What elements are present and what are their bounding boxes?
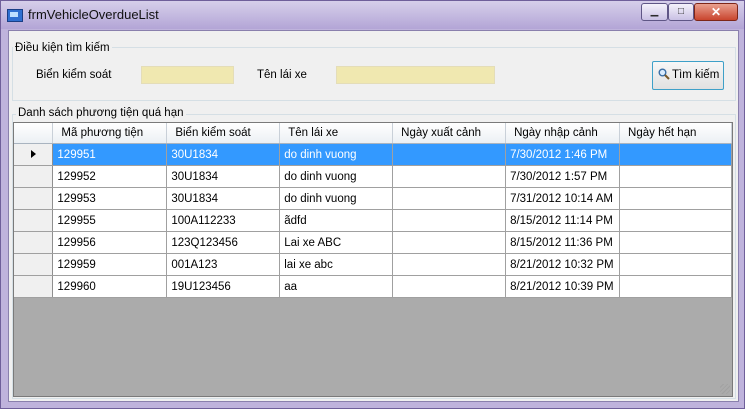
table-row[interactable]: 129959 001A123 lai xe abc 8/21/2012 10:32 P…: [14, 253, 732, 276]
table-cell[interactable]: 129960: [52, 275, 168, 298]
grid-table: Mã phương tiện Biển kiểm soát Tên lái xe…: [14, 123, 732, 298]
table-cell[interactable]: 30U1834: [166, 187, 281, 210]
minimize-button[interactable]: ▁: [641, 3, 668, 21]
table-cell[interactable]: 30U1834: [166, 165, 281, 188]
table-row[interactable]: 129953 30U1834 do dinh vuong 7/31/2012 10:1…: [14, 187, 732, 210]
maximize-icon: □: [677, 6, 685, 17]
row-header[interactable]: [14, 253, 54, 276]
form-client-area: Điều kiện tìm kiếm Biển kiểm soát Tên lá…: [8, 30, 739, 402]
table-cell[interactable]: [619, 187, 732, 210]
maximize-button[interactable]: □: [668, 3, 694, 21]
row-header[interactable]: [14, 143, 54, 166]
table-cell[interactable]: lai xe abc: [279, 253, 394, 276]
table-cell[interactable]: [392, 275, 507, 298]
table-cell[interactable]: 8/15/2012 11:36 PM: [505, 231, 621, 254]
table-cell[interactable]: [619, 209, 732, 232]
column-header[interactable]: Biển kiểm soát: [166, 123, 281, 144]
table-cell[interactable]: [619, 143, 732, 166]
table-row[interactable]: 129951 30U1834 do dinh vuong 7/30/2012 1:46…: [14, 143, 732, 166]
table-cell[interactable]: [619, 231, 732, 254]
magnifier-icon: [658, 68, 670, 80]
row-pointer-icon: [30, 150, 36, 159]
row-header[interactable]: [14, 275, 54, 298]
table-cell[interactable]: 129959: [52, 253, 168, 276]
table-cell[interactable]: 129955: [52, 209, 168, 232]
table-cell[interactable]: 123Q123456: [166, 231, 281, 254]
grid-header-row: Mã phương tiện Biển kiểm soát Tên lái xe…: [14, 123, 732, 144]
row-header[interactable]: [14, 231, 54, 254]
plate-label: Biển kiểm soát: [36, 69, 112, 81]
table-cell[interactable]: ãdfd: [279, 209, 394, 232]
table-cell[interactable]: [619, 165, 732, 188]
search-button-label: Tìm kiếm: [672, 69, 720, 81]
list-group-title: Danh sách phương tiện quá hạn: [16, 107, 186, 119]
table-cell[interactable]: [392, 209, 507, 232]
table-row[interactable]: 129955 100A112233 ãdfd 8/15/2012 11:14 PM: [14, 209, 732, 232]
table-row[interactable]: 129956 123Q123456 Lai xe ABC 8/15/2012 11:3…: [14, 231, 732, 254]
plate-input[interactable]: [141, 66, 234, 84]
table-cell[interactable]: do dinh vuong: [279, 143, 394, 166]
close-button[interactable]: ✕: [694, 3, 738, 21]
table-cell[interactable]: Lai xe ABC: [279, 231, 394, 254]
column-header[interactable]: Tên lái xe: [279, 123, 394, 144]
table-row[interactable]: 129960 19U123456 aa 8/21/2012 10:39 PM: [14, 275, 732, 298]
table-cell[interactable]: 8/21/2012 10:32 PM: [505, 253, 621, 276]
table-cell[interactable]: do dinh vuong: [279, 187, 394, 210]
table-cell[interactable]: 129952: [52, 165, 168, 188]
search-group-title: Điều kiện tìm kiếm: [13, 42, 112, 54]
column-header[interactable]: Ngày nhập cảnh: [505, 123, 621, 144]
table-cell[interactable]: 30U1834: [166, 143, 281, 166]
table-cell[interactable]: [392, 253, 507, 276]
vehicle-overdue-grid[interactable]: Mã phương tiện Biển kiểm soát Tên lái xe…: [13, 122, 733, 397]
table-cell[interactable]: [392, 231, 507, 254]
table-cell[interactable]: 7/30/2012 1:57 PM: [505, 165, 621, 188]
table-cell[interactable]: [392, 143, 507, 166]
column-header[interactable]: Mã phương tiện: [52, 123, 168, 144]
table-cell[interactable]: 19U123456: [166, 275, 281, 298]
row-header[interactable]: [14, 209, 54, 232]
table-cell[interactable]: do dinh vuong: [279, 165, 394, 188]
table-cell[interactable]: 001A123: [166, 253, 281, 276]
table-cell[interactable]: 7/30/2012 1:46 PM: [505, 143, 621, 166]
table-cell[interactable]: aa: [279, 275, 394, 298]
table-cell[interactable]: 8/21/2012 10:39 PM: [505, 275, 621, 298]
app-window: frmVehicleOverdueList ▁ □ ✕ Điều kiện tì…: [0, 0, 745, 409]
window-title: frmVehicleOverdueList: [28, 7, 159, 22]
column-header[interactable]: Ngày xuất cảnh: [392, 123, 507, 144]
search-button[interactable]: Tìm kiếm: [652, 61, 724, 90]
row-header[interactable]: [14, 187, 54, 210]
table-row[interactable]: 129952 30U1834 do dinh vuong 7/30/2012 1:57…: [14, 165, 732, 188]
title-bar[interactable]: frmVehicleOverdueList ▁ □ ✕: [1, 1, 744, 29]
close-icon: ✕: [710, 5, 722, 19]
driver-name-input[interactable]: [336, 66, 495, 84]
table-cell[interactable]: [392, 165, 507, 188]
table-cell[interactable]: [619, 275, 732, 298]
table-cell[interactable]: 100A112233: [166, 209, 281, 232]
table-cell[interactable]: [392, 187, 507, 210]
table-cell[interactable]: 129953: [52, 187, 168, 210]
app-icon: [7, 9, 23, 22]
grid-corner-header[interactable]: [14, 123, 54, 144]
table-cell[interactable]: 129951: [52, 143, 168, 166]
column-header[interactable]: Ngày hết hạn: [619, 123, 732, 144]
driver-name-label: Tên lái xe: [257, 69, 307, 81]
table-cell[interactable]: [619, 253, 732, 276]
row-header[interactable]: [14, 165, 54, 188]
table-cell[interactable]: 7/31/2012 10:14 AM: [505, 187, 621, 210]
table-cell[interactable]: 8/15/2012 11:14 PM: [505, 209, 621, 232]
table-cell[interactable]: 129956: [52, 231, 168, 254]
minimize-icon: ▁: [650, 6, 659, 17]
resize-grip[interactable]: [720, 384, 730, 394]
